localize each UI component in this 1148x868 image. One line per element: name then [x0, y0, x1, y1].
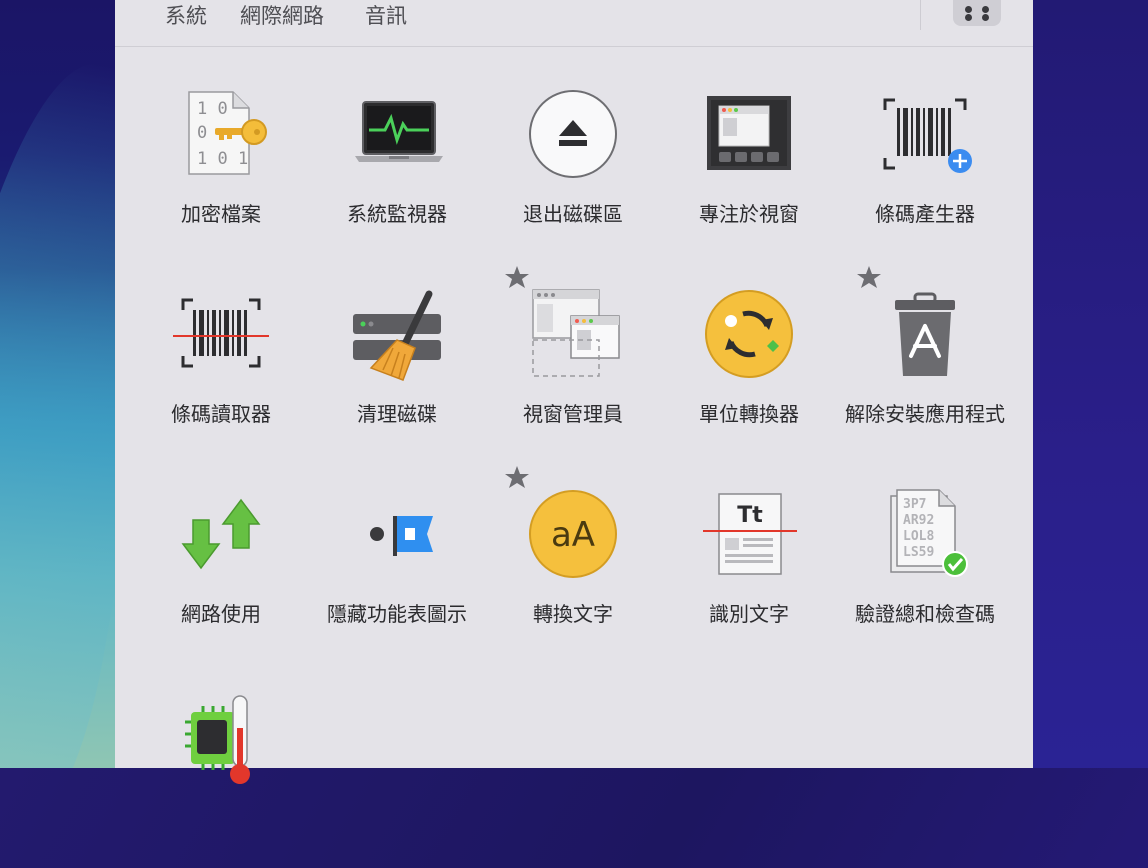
app-label: 清理磁碟: [357, 402, 437, 426]
svg-text:Tt: Tt: [737, 503, 763, 528]
tab-system[interactable]: 系統: [165, 0, 207, 28]
unit-converter-icon: [699, 288, 799, 388]
grid-view-button[interactable]: [953, 0, 1001, 26]
eject-icon: [523, 88, 623, 188]
convert-text-case-icon: aA: [523, 488, 623, 588]
app-label: 條碼產生器: [875, 202, 975, 226]
app-tile-system-monitor[interactable]: 系統監視器: [309, 88, 485, 268]
barcode-reader-icon: [171, 288, 271, 388]
checksum-verify-icon: 3P7 AR92 LOL8 LS59: [875, 488, 975, 588]
app-label: 退出磁碟區: [523, 202, 623, 226]
app-tile-unit-converter[interactable]: 單位轉換器: [661, 288, 837, 468]
svg-text:1 0 1: 1 0 1: [197, 149, 248, 169]
svg-text:0: 0: [197, 123, 207, 143]
favorite-star-icon: [505, 466, 529, 488]
tab-audio[interactable]: 音訊: [365, 0, 407, 28]
app-tile-network-usage[interactable]: 網路使用: [133, 488, 309, 668]
tab-bar-divider: [920, 0, 921, 30]
focus-window-icon: [699, 88, 799, 188]
encrypt-file-key-icon: 1 0 0 1 0 1: [171, 88, 271, 188]
app-tile-checksum-verify[interactable]: 3P7 AR92 LOL8 LS59 驗證總和檢查碼: [837, 488, 1013, 668]
network-usage-arrows-icon: [171, 488, 271, 588]
app-label: 條碼讀取器: [171, 402, 271, 426]
disk-cleaner-broom-icon: [347, 288, 447, 388]
app-tile-convert-text[interactable]: aA 轉換文字: [485, 488, 661, 668]
app-tile-barcode-reader[interactable]: 條碼讀取器: [133, 288, 309, 468]
app-label: 加密檔案: [181, 202, 261, 226]
app-tile-clean-disk[interactable]: 清理磁碟: [309, 288, 485, 468]
app-tile-cpu-temperature[interactable]: [133, 688, 309, 868]
svg-text:LOL8: LOL8: [903, 529, 934, 544]
recognize-text-ocr-icon: Tt: [699, 488, 799, 588]
app-uninstaller-trash-icon: [875, 288, 975, 388]
app-tile-encrypt-file[interactable]: 1 0 0 1 0 1 加密檔案: [133, 88, 309, 268]
app-tile-window-manager[interactable]: 視窗管理員: [485, 288, 661, 468]
app-tile-hide-menu-icons[interactable]: 隱藏功能表圖示: [309, 488, 485, 668]
app-label: 驗證總和檢查碼: [855, 602, 995, 626]
tab-internet[interactable]: 網際網路: [240, 0, 324, 28]
app-label: 專注於視窗: [699, 202, 799, 226]
app-label: 識別文字: [709, 602, 789, 626]
svg-text:AR92: AR92: [903, 513, 934, 528]
app-tile-barcode-generator[interactable]: 條碼產生器: [837, 88, 1013, 268]
app-tile-focus-window[interactable]: 專注於視窗: [661, 88, 837, 268]
app-label: 轉換文字: [533, 602, 613, 626]
app-label: 網路使用: [181, 602, 261, 626]
window-manager-icon: [523, 288, 623, 388]
utility-panel: 系統 網際網路 音訊 1 0 0 1 0 1 加密檔案 系統監視器 退出磁碟區 …: [115, 0, 1033, 784]
desktop-wallpaper-left: [0, 0, 115, 768]
app-label: 單位轉換器: [699, 402, 799, 426]
app-tile-app-uninstaller[interactable]: 解除安裝應用程式: [837, 288, 1013, 468]
app-label: 隱藏功能表圖示: [327, 602, 467, 626]
app-label: 視窗管理員: [523, 402, 623, 426]
app-tile-recognize-text[interactable]: Tt 識別文字: [661, 488, 837, 668]
favorite-star-icon: [857, 266, 881, 288]
system-monitor-icon: [347, 88, 447, 188]
desktop-wallpaper-right: [1033, 0, 1148, 768]
svg-text:3P7: 3P7: [903, 497, 926, 512]
hide-menu-bar-icon: [347, 488, 447, 588]
svg-text:LS59: LS59: [903, 545, 934, 560]
category-tab-bar: 系統 網際網路 音訊: [115, 0, 1033, 47]
app-tile-eject-disk[interactable]: 退出磁碟區: [485, 88, 661, 268]
svg-text:aA: aA: [551, 515, 595, 555]
svg-text:1 0: 1 0: [197, 99, 228, 119]
app-label: 系統監視器: [347, 202, 447, 226]
favorite-star-icon: [505, 266, 529, 288]
app-label: 解除安裝應用程式: [845, 402, 1005, 426]
barcode-generator-icon: [875, 88, 975, 188]
cpu-temperature-icon: [171, 688, 271, 788]
